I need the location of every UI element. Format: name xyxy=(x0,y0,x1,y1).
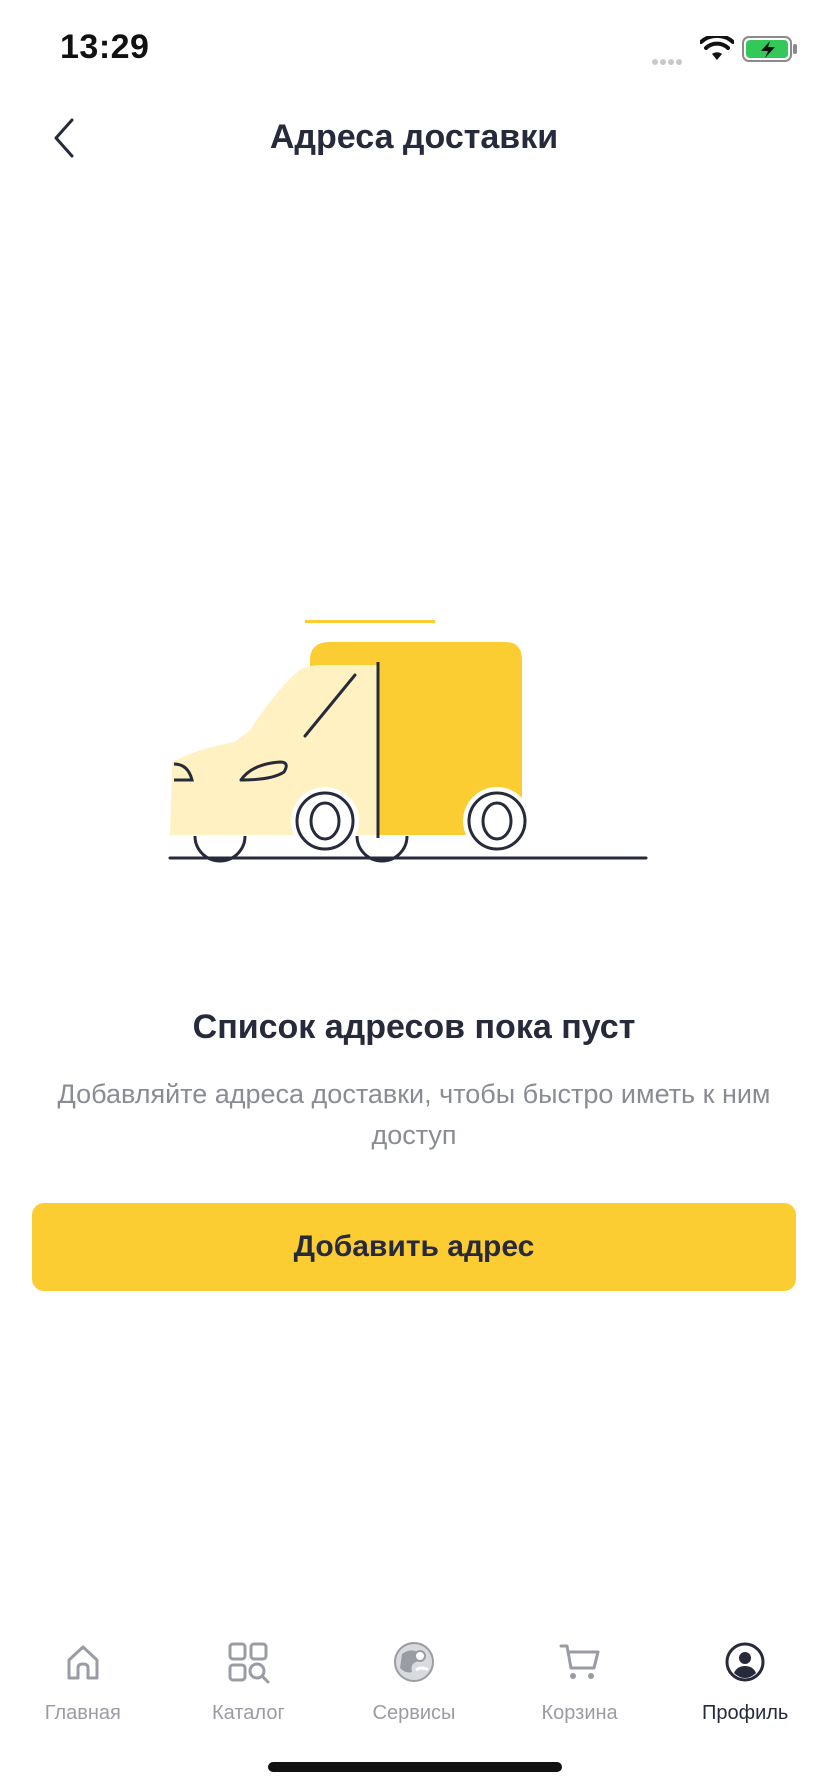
tab-catalog[interactable]: Каталог xyxy=(166,1628,332,1728)
empty-state-title: Список адресов пока пуст xyxy=(192,1008,636,1046)
tab-services-label: Сервисы xyxy=(372,1702,456,1724)
tab-bar: Главная Каталог Сервисы Корзина Профиль xyxy=(0,1628,828,1728)
tab-services[interactable]: Сервисы xyxy=(331,1628,497,1728)
battery-charging-icon xyxy=(742,36,797,62)
profile-icon xyxy=(725,1642,765,1682)
nav-bar: Адреса доставки xyxy=(0,100,828,180)
add-address-button[interactable]: Добавить адрес xyxy=(32,1203,796,1291)
tab-profile[interactable]: Профиль xyxy=(662,1628,828,1728)
status-time: 13:29 xyxy=(60,28,150,66)
empty-state-subtitle: Добавляйте адреса доставки, чтобы быстро… xyxy=(57,1079,771,1150)
page-title: Адреса доставки xyxy=(269,118,559,156)
tab-home[interactable]: Главная xyxy=(0,1628,166,1728)
tab-cart[interactable]: Корзина xyxy=(497,1628,663,1728)
home-icon xyxy=(67,1645,99,1680)
catalog-icon xyxy=(228,1642,270,1684)
tab-catalog-label: Каталог xyxy=(212,1702,285,1724)
cart-icon xyxy=(559,1644,600,1679)
home-indicator xyxy=(268,1762,562,1772)
status-bar: 13:29 xyxy=(0,0,828,100)
signal-icon xyxy=(652,52,684,70)
tab-home-label: Главная xyxy=(44,1702,121,1724)
tab-cart-label: Корзина xyxy=(541,1702,618,1724)
services-icon xyxy=(393,1642,434,1682)
tab-profile-label: Профиль xyxy=(702,1702,789,1724)
delivery-truck-illustration xyxy=(168,620,648,863)
wifi-icon xyxy=(700,36,734,60)
